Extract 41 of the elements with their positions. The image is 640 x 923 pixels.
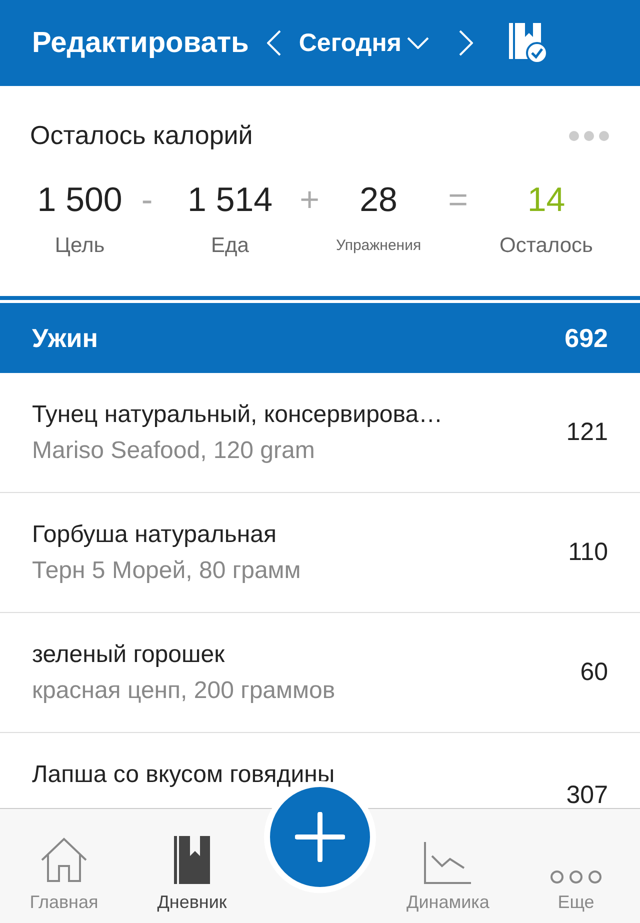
edit-button[interactable]: Редактировать [32, 26, 249, 60]
food-row[interactable]: Горбуша натуральная Терн 5 Морей, 80 грамм 110 [0, 493, 640, 613]
date-dropdown[interactable]: Сегодня [298, 28, 430, 58]
food-detail: Mariso Seafood, 120 gram [32, 436, 316, 464]
chevron-down-icon [407, 37, 430, 49]
book-icon [174, 836, 210, 884]
food-detail: Терн 5 Морей, 80 грамм [32, 556, 301, 584]
calorie-value: 1 514 [187, 181, 273, 220]
food-name: Лапша со вкусом говядины [32, 761, 335, 789]
section-title: Осталось калорий [30, 120, 253, 151]
calorie-value: 14 [527, 181, 566, 220]
meal-name: Ужин [32, 322, 98, 354]
food-name: Горбуша натуральная [32, 520, 278, 548]
calorie-label: Упражнения [336, 236, 422, 256]
calorie-value: 28 [360, 181, 398, 220]
operator-sign: = [447, 181, 469, 220]
food-calories: 121 [566, 418, 608, 447]
operator-sign: - [140, 181, 154, 220]
tab[interactable]: Динамика [384, 809, 512, 923]
meal-calories: 692 [564, 322, 608, 354]
calorie-label: Еда [211, 234, 249, 258]
more-icon [550, 870, 602, 884]
chart-icon [424, 842, 472, 884]
operator-sign: + [298, 181, 320, 220]
food-row[interactable]: зеленый горошек красная ценп, 200 граммов 60 [0, 613, 640, 733]
tab[interactable]: Еще [512, 809, 640, 923]
calorie-value: 1 500 [37, 181, 122, 220]
food-calories: 110 [568, 538, 608, 567]
food-name: Тунец натуральный, консервирова… [32, 400, 443, 428]
plus-icon [295, 812, 345, 862]
calorie-label: Цель [54, 234, 105, 258]
food-calories: 60 [580, 658, 608, 687]
food-row[interactable]: Тунец натуральный, консервирова… Mariso Seafood, 120 gram 121 [0, 373, 640, 493]
food-name: зеленый горошек [32, 640, 226, 668]
diary-check-icon[interactable] [509, 23, 548, 63]
tab[interactable]: Главная [0, 809, 128, 923]
food-detail: красная ценп, 200 граммов [32, 676, 336, 704]
home-icon [39, 836, 89, 884]
tab[interactable]: Дневник [128, 809, 256, 923]
meal-header[interactable]: Ужин 692 [0, 303, 640, 373]
calorie-label: Осталось [499, 234, 593, 258]
